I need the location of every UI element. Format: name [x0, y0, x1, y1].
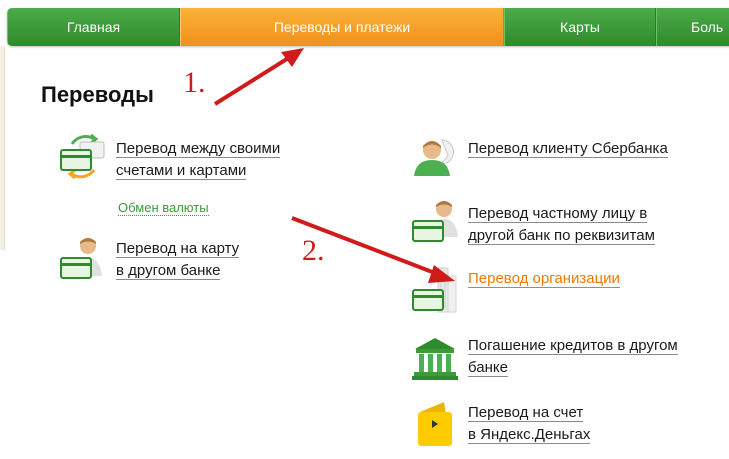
- card-other-bank-line1[interactable]: Перевод на карту: [116, 240, 240, 258]
- transfer-sberbank-client-item[interactable]: Перевод клиенту Сбербанка: [410, 130, 668, 180]
- main-navigation: Главная Переводы и платежи Карты Боль: [7, 8, 729, 46]
- transfer-own-accounts-line2[interactable]: счетами и картами: [116, 162, 247, 180]
- loan-repayment-line1[interactable]: Погашение кредитов в другом: [468, 337, 678, 355]
- private-person-line2[interactable]: другой банк по реквизитам: [468, 227, 655, 245]
- yandex-money-transfer-item[interactable]: Перевод на счет в Яндекс.Деньгах: [410, 398, 591, 448]
- loan-repayment-item[interactable]: Погашение кредитов в другом банке: [410, 333, 678, 383]
- own-accounts-transfer-icon: [60, 133, 105, 180]
- transfer-own-accounts-line1[interactable]: Перевод между своими: [116, 140, 281, 158]
- private-person-icon: [412, 201, 458, 242]
- transfer-organization-item[interactable]: Перевод организации: [410, 264, 620, 314]
- arrow-1-head: [281, 48, 304, 67]
- yandex-money-wallet-icon: [418, 402, 452, 446]
- sberbank-client-icon: [414, 139, 454, 176]
- transfer-card-other-bank-item[interactable]: Перевод на карту в другом банке: [58, 232, 240, 282]
- yandex-money-line1[interactable]: Перевод на счет: [468, 404, 584, 422]
- yandex-money-line2[interactable]: в Яндекс.Деньгах: [468, 426, 591, 444]
- transfer-own-accounts-item[interactable]: Перевод между своими счетами и картами: [58, 130, 281, 182]
- sberbank-client-line1[interactable]: Перевод клиенту Сбербанка: [468, 140, 668, 158]
- currency-exchange-link[interactable]: Обмен валюты: [118, 200, 209, 216]
- nav-tab-main[interactable]: Главная: [7, 8, 180, 46]
- arrow-1-line: [213, 55, 292, 106]
- nav-tab-cards[interactable]: Карты: [504, 8, 656, 46]
- card-other-bank-icon: [60, 238, 102, 279]
- organization-building-icon: [412, 267, 457, 313]
- nav-tab-more[interactable]: Боль: [656, 8, 729, 46]
- card-other-bank-line2[interactable]: в другом банке: [116, 262, 221, 280]
- page-title: Переводы: [41, 82, 154, 107]
- transfer-private-person-item[interactable]: Перевод частному лицу в другой банк по р…: [410, 197, 655, 247]
- bank-building-icon: [412, 338, 458, 380]
- annotation-step-2: 2.: [302, 234, 325, 267]
- private-person-line1[interactable]: Перевод частному лицу в: [468, 205, 648, 223]
- organization-line1[interactable]: Перевод организации: [468, 270, 620, 288]
- left-edge-panel: [0, 46, 5, 250]
- loan-repayment-line2[interactable]: банке: [468, 359, 508, 377]
- nav-tab-transfers-payments[interactable]: Переводы и платежи: [180, 8, 504, 46]
- annotation-step-1: 1.: [183, 66, 206, 99]
